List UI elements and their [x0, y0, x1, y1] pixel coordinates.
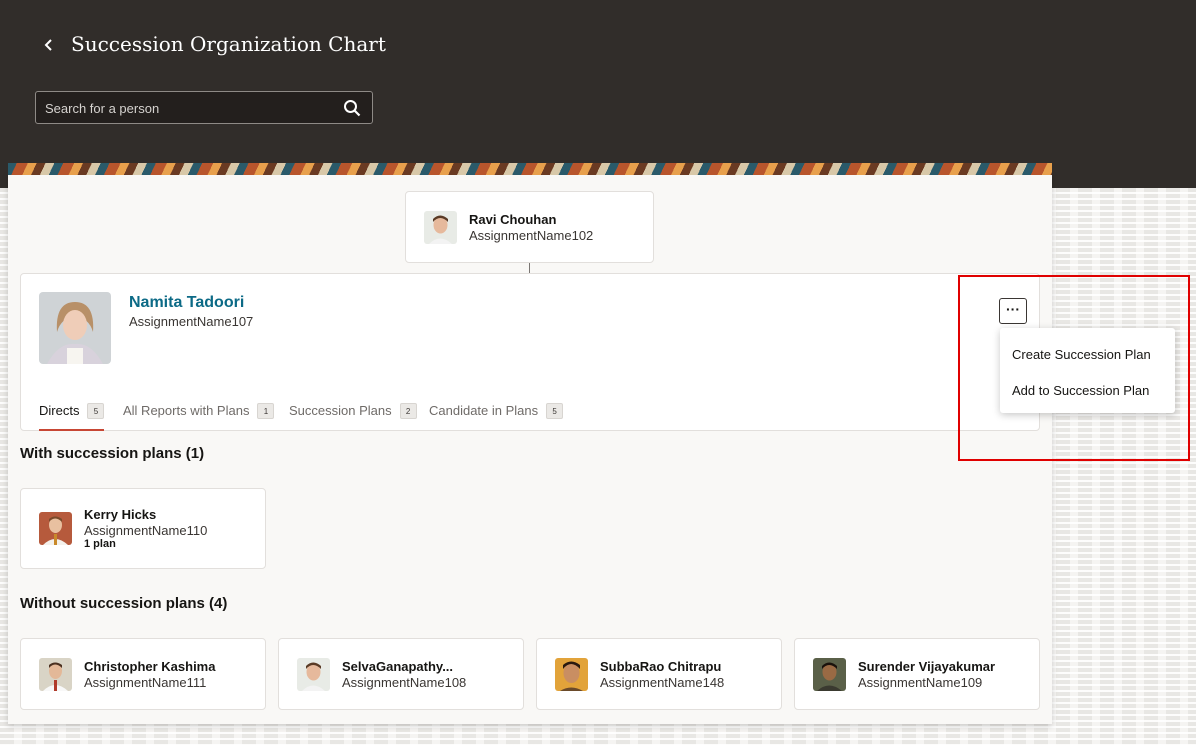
person-card[interactable]: Kerry Hicks AssignmentName110 1 plan [20, 488, 266, 569]
manager-assignment: AssignmentName102 [469, 228, 594, 243]
person-assignment: AssignmentName111 [84, 675, 207, 690]
focus-person-assignment: AssignmentName107 [129, 314, 254, 329]
manager-name: Ravi Chouhan [469, 212, 557, 227]
section-title-with-plans: With succession plans (1) [20, 445, 205, 462]
avatar [39, 292, 111, 364]
person-name: Surender Vijayakumar [858, 659, 996, 674]
tab-label: Succession Plans [289, 403, 392, 418]
search-icon[interactable] [343, 99, 361, 117]
person-assignment: AssignmentName108 [342, 675, 467, 690]
back-button[interactable] [38, 34, 60, 56]
count-badge: 5 [546, 403, 564, 419]
person-card[interactable]: Surender Vijayakumar AssignmentName109 [794, 638, 1040, 710]
person-assignment: AssignmentName148 [600, 675, 725, 690]
avatar [424, 211, 457, 244]
tab-label: All Reports with Plans [123, 403, 250, 418]
org-connector-line [529, 263, 530, 273]
search-input[interactable] [45, 98, 335, 118]
section-title-without-plans: Without succession plans (4) [20, 595, 228, 612]
chevron-left-icon [44, 39, 52, 51]
avatar [39, 512, 72, 545]
plan-count: 1 plan [84, 538, 116, 550]
avatar [813, 658, 846, 691]
decorative-banner [8, 163, 1052, 175]
tab-candidate-in-plans[interactable]: Candidate in Plans 5 [429, 403, 564, 431]
count-badge: 1 [257, 403, 275, 419]
person-name: Kerry Hicks [84, 507, 157, 522]
tab-label: Candidate in Plans [429, 403, 539, 418]
person-assignment: AssignmentName109 [858, 675, 983, 690]
person-card[interactable]: Christopher Kashima AssignmentName111 [20, 638, 266, 710]
tab-label: Directs [39, 403, 80, 418]
avatar [39, 658, 72, 691]
page-title: Succession Organization Chart [71, 32, 386, 56]
tab-all-reports-with-plans[interactable]: All Reports with Plans 1 [123, 403, 275, 431]
count-badge: 5 [87, 403, 105, 419]
person-card[interactable]: SubbaRao Chitrapu AssignmentName148 [536, 638, 782, 710]
avatar [555, 658, 588, 691]
count-badge: 2 [399, 403, 417, 419]
person-name: Christopher Kashima [84, 659, 216, 674]
manager-card[interactable]: Ravi Chouhan AssignmentName102 [405, 191, 654, 263]
tab-succession-plans[interactable]: Succession Plans 2 [289, 403, 417, 431]
person-assignment: AssignmentName110 [84, 523, 208, 538]
person-name: SubbaRao Chitrapu [600, 659, 722, 674]
person-search-field[interactable] [35, 91, 373, 124]
highlight-box [958, 275, 1190, 461]
focus-person-name[interactable]: Namita Tadoori [129, 294, 244, 312]
tab-directs[interactable]: Directs 5 [39, 403, 105, 431]
person-name: SelvaGanapathy... [342, 659, 454, 674]
person-card[interactable]: SelvaGanapathy... AssignmentName108 [278, 638, 524, 710]
avatar [297, 658, 330, 691]
page-header: Succession Organization Chart [0, 0, 1196, 188]
